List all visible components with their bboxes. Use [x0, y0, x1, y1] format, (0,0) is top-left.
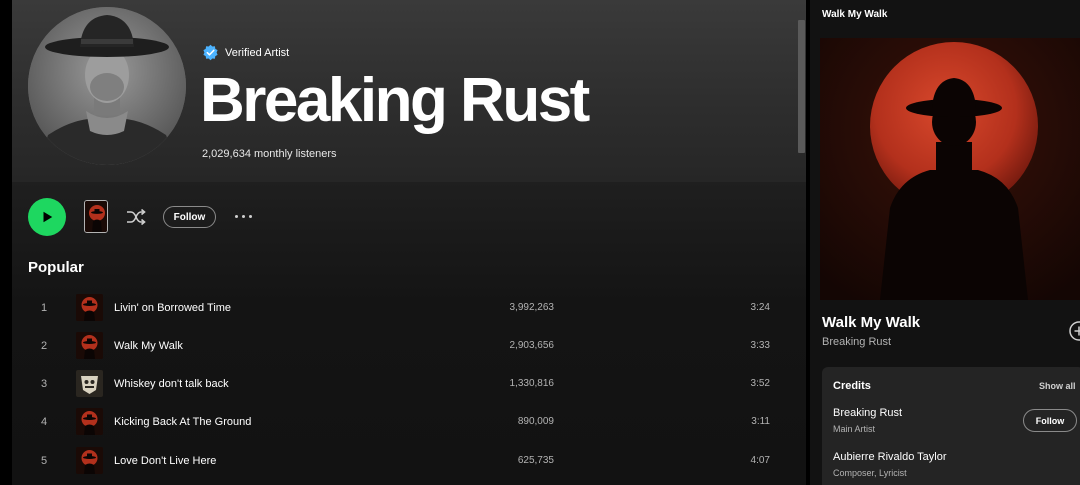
- play-icon: [43, 211, 53, 223]
- credit-role: Composer, Lyricist: [833, 468, 907, 478]
- track-row[interactable]: 5 Love Don't Live Here 625,735 4:07: [28, 442, 798, 480]
- credits-heading: Credits: [833, 380, 871, 392]
- track-row[interactable]: 3 Whiskey don't talk back 1,330,816 3:52: [28, 365, 798, 403]
- track-plays: 890,009: [517, 416, 554, 427]
- track-row[interactable]: 4 Kicking Back At The Ground 890,009 3:1…: [28, 403, 798, 441]
- track-plays: 625,735: [517, 455, 554, 466]
- artist-page: Verified Artist Breaking Rust 2,029,634 …: [12, 0, 806, 485]
- track-thumbnail: [76, 447, 103, 474]
- add-to-library-icon[interactable]: [1068, 320, 1080, 342]
- main-scrollbar[interactable]: [798, 20, 805, 153]
- credit-name[interactable]: Breaking Rust: [833, 407, 902, 419]
- artist-pick-thumbnail[interactable]: [84, 200, 108, 233]
- artist-avatar[interactable]: [28, 7, 186, 165]
- popular-heading: Popular: [28, 259, 84, 276]
- track-number: 5: [40, 455, 48, 467]
- follow-button[interactable]: Follow: [163, 206, 216, 228]
- play-button[interactable]: [28, 198, 66, 236]
- track-thumbnail: [76, 332, 103, 359]
- track-title[interactable]: Kicking Back At The Ground: [114, 403, 251, 441]
- shuffle-icon[interactable]: [124, 205, 148, 229]
- track-duration: 3:11: [751, 416, 770, 427]
- verified-label: Verified Artist: [225, 46, 290, 59]
- credit-follow-button[interactable]: Follow: [1023, 409, 1077, 432]
- now-playing-panel: Walk My Walk Walk My Walk Breaking Rust …: [810, 0, 1080, 485]
- credit-role: Main Artist: [833, 424, 876, 434]
- more-options-icon[interactable]: [234, 207, 254, 225]
- track-thumbnail: [76, 294, 103, 321]
- artist-name: Breaking Rust: [200, 66, 590, 135]
- verified-badge: Verified Artist: [202, 44, 289, 61]
- now-playing-artist[interactable]: Breaking Rust: [822, 336, 891, 348]
- track-duration: 4:07: [750, 455, 770, 466]
- now-playing-header[interactable]: Walk My Walk: [822, 9, 887, 20]
- track-row[interactable]: 1 Livin' on Borrowed Time 3,992,263 3:24: [28, 289, 798, 327]
- artist-header: Verified Artist Breaking Rust 2,029,634 …: [12, 0, 806, 182]
- credit-name[interactable]: Aubierre Rivaldo Taylor: [833, 451, 947, 463]
- track-number: 1: [40, 302, 48, 314]
- verified-check-icon: [203, 44, 218, 61]
- track-title[interactable]: Livin' on Borrowed Time: [114, 289, 231, 327]
- track-thumbnail: [76, 408, 103, 435]
- track-plays: 3,992,263: [509, 302, 555, 313]
- track-number: 2: [40, 340, 48, 352]
- track-duration: 3:33: [750, 340, 770, 351]
- monthly-listeners: 2,029,634 monthly listeners: [202, 148, 337, 160]
- now-playing-title[interactable]: Walk My Walk: [822, 314, 920, 331]
- track-row[interactable]: 2 Walk My Walk 2,903,656 3:33: [28, 327, 798, 365]
- show-all-link[interactable]: Show all: [1039, 381, 1076, 391]
- track-duration: 3:52: [750, 378, 770, 389]
- credits-card: Credits Show all Breaking Rust Main Arti…: [822, 367, 1080, 485]
- track-plays: 1,330,816: [509, 378, 555, 389]
- track-title[interactable]: Walk My Walk: [114, 327, 183, 365]
- track-plays: 2,903,656: [509, 340, 555, 351]
- track-title[interactable]: Love Don't Live Here: [114, 442, 216, 480]
- track-number: 4: [40, 416, 48, 428]
- track-title[interactable]: Whiskey don't talk back: [114, 365, 229, 403]
- track-number: 3: [40, 378, 48, 390]
- now-playing-cover-art: [820, 38, 1080, 300]
- track-duration: 3:24: [750, 302, 770, 313]
- track-thumbnail: [76, 370, 103, 397]
